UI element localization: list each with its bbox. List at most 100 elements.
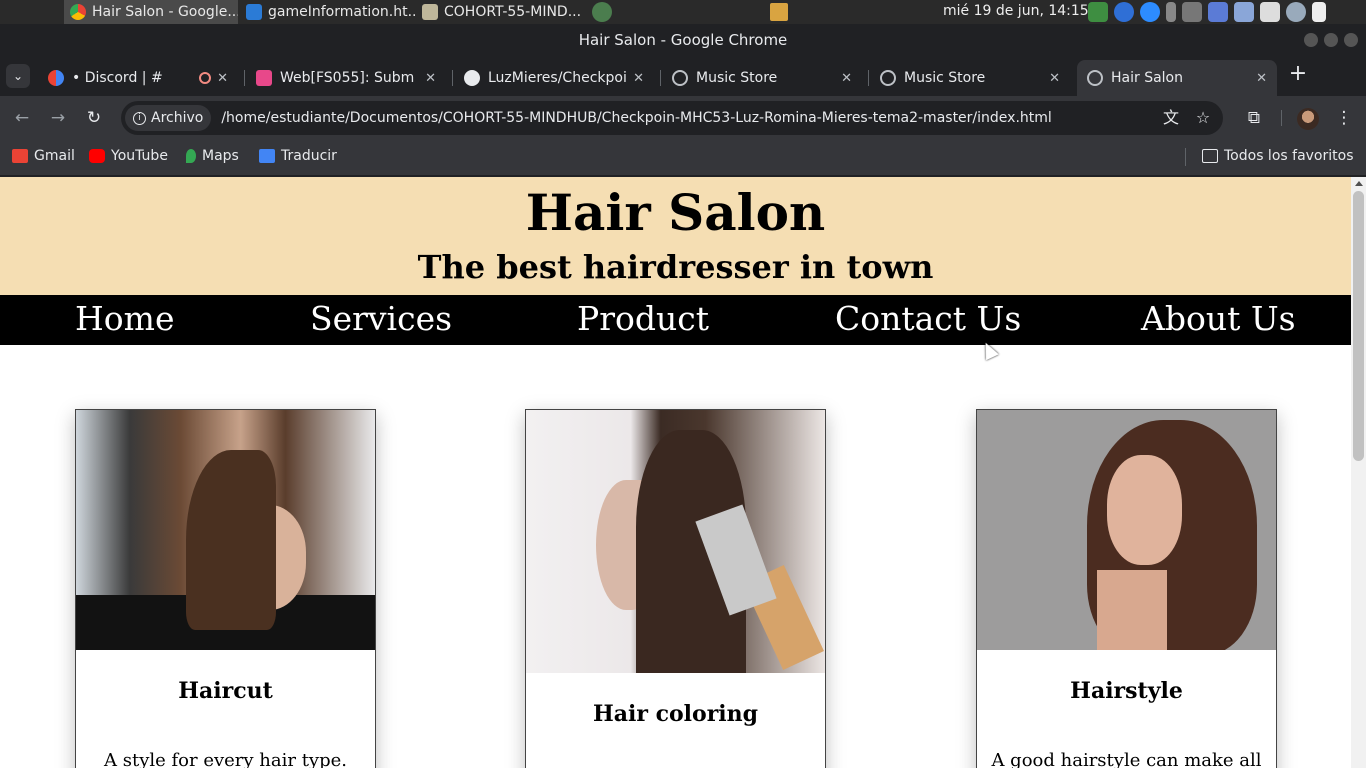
globe-icon[interactable]	[1286, 2, 1306, 22]
nav-contact-us[interactable]: Contact Us	[835, 299, 1021, 339]
photo-neck	[1097, 570, 1167, 650]
address-bar[interactable]: i Archivo /home/estudiante/Documentos/CO…	[121, 101, 1223, 135]
globe-icon	[1087, 70, 1103, 86]
url-text[interactable]: /home/estudiante/Documentos/COHORT-55-MI…	[221, 110, 1051, 126]
maximize-button[interactable]	[1324, 33, 1338, 47]
tab-separator	[244, 70, 245, 86]
menu-icon[interactable]: ⋮	[1332, 106, 1356, 130]
maps-icon	[186, 149, 196, 163]
bookmark-maps[interactable]: Maps	[186, 148, 239, 164]
taskbar-task-label: Hair Salon - Google...	[92, 4, 238, 20]
page-scrollbar[interactable]	[1351, 177, 1366, 768]
site-info-chip[interactable]: i Archivo	[125, 105, 212, 131]
discord-icon	[48, 70, 64, 86]
close-tab-icon[interactable]: ✕	[633, 71, 644, 86]
signal-icon[interactable]	[1208, 2, 1228, 22]
bookmark-label: Maps	[202, 148, 239, 164]
site-info-label: Archivo	[151, 110, 204, 126]
minimize-button[interactable]	[1304, 33, 1318, 47]
close-tab-icon[interactable]: ✕	[217, 71, 228, 86]
tab-label: • Discord | #	[72, 70, 163, 86]
scroll-thumb[interactable]	[1353, 191, 1364, 461]
volume-icon[interactable]	[1182, 2, 1202, 22]
archive-icon[interactable]	[770, 3, 788, 21]
service-card-hair-coloring[interactable]: Hair coloring	[525, 409, 826, 768]
tab-search-button[interactable]: ⌄	[6, 64, 30, 88]
bookmarks-bar: Gmail YouTube Maps Traducir Todos los fa…	[0, 140, 1366, 176]
bookmark-gmail[interactable]: Gmail	[12, 148, 75, 164]
nav-product[interactable]: Product	[577, 299, 709, 339]
bookmark-label: YouTube	[111, 148, 168, 164]
bookmark-youtube[interactable]: YouTube	[89, 148, 168, 164]
close-tab-icon[interactable]: ✕	[1049, 71, 1060, 86]
card-text: A good hairstyle can make all the	[991, 750, 1262, 768]
toolbar-separator	[1281, 110, 1282, 126]
forward-icon[interactable]: →	[46, 106, 70, 130]
card-text: A style for every hair type. Order	[104, 750, 347, 768]
ublock-icon	[256, 70, 272, 86]
nav-home[interactable]: Home	[75, 299, 174, 339]
gmail-icon	[12, 149, 28, 163]
globe-icon	[672, 70, 688, 86]
tab-github[interactable]: LuzMieres/Checkpoi ✕	[454, 60, 654, 96]
clock[interactable]: mié 19 de jun, 14:15	[943, 3, 1089, 19]
close-tab-icon[interactable]: ✕	[841, 71, 852, 86]
taskbar-task-vscode[interactable]: gameInformation.ht...	[240, 0, 416, 24]
network-icon[interactable]	[1088, 2, 1108, 22]
recording-icon	[199, 72, 212, 84]
hairstyle-photo	[977, 410, 1276, 650]
card-title: Hairstyle	[1070, 678, 1183, 704]
taskbar-task-chrome[interactable]: Hair Salon - Google...	[64, 0, 238, 24]
folder-icon	[422, 4, 438, 20]
service-card-hairstyle[interactable]: Hairstyle A good hairstyle can make all …	[976, 409, 1277, 768]
reload-icon[interactable]: ↻	[82, 106, 106, 130]
microphone-icon[interactable]	[1166, 2, 1176, 22]
profile-avatar[interactable]	[1297, 108, 1319, 130]
site-nav: Home Services Product Contact Us About U…	[0, 295, 1351, 345]
bluetooth-icon[interactable]	[1114, 2, 1134, 22]
card-title: Haircut	[178, 678, 273, 704]
translate-icon[interactable]: 文	[1159, 106, 1183, 130]
taskbar-task-label: COHORT-55-MIND...	[444, 4, 582, 20]
taskbar-task-label: gameInformation.ht...	[268, 4, 416, 20]
bookmark-star-icon[interactable]: ☆	[1191, 106, 1215, 130]
photo-face	[1107, 455, 1182, 565]
chrome-icon	[70, 4, 86, 20]
close-tab-icon[interactable]: ✕	[1256, 71, 1267, 86]
window-controls	[1304, 33, 1358, 47]
zoom-icon[interactable]	[1140, 2, 1160, 22]
clipboard-icon[interactable]	[1234, 2, 1254, 22]
globe-icon	[880, 70, 896, 86]
tab-separator	[452, 70, 453, 86]
hair-coloring-photo	[526, 410, 825, 673]
all-bookmarks[interactable]: Todos los favoritos	[1202, 148, 1354, 164]
vscode-icon	[246, 4, 262, 20]
scroll-up-arrow[interactable]	[1355, 181, 1363, 186]
power-icon[interactable]	[1312, 2, 1326, 22]
keyboard-icon[interactable]	[1260, 2, 1280, 22]
extensions-icon[interactable]: ⧉	[1242, 106, 1266, 130]
bookmark-traducir[interactable]: Traducir	[259, 148, 337, 164]
translate-icon	[259, 149, 275, 163]
info-icon: i	[133, 111, 146, 125]
nav-about-us[interactable]: About Us	[1141, 299, 1296, 339]
tab-music-store-1[interactable]: Music Store ✕	[662, 60, 862, 96]
service-card-haircut[interactable]: Haircut A style for every hair type. Ord…	[75, 409, 376, 768]
app-icon[interactable]	[592, 2, 612, 22]
tab-music-store-2[interactable]: Music Store ✕	[870, 60, 1070, 96]
back-icon[interactable]: ←	[10, 106, 34, 130]
haircut-photo	[76, 410, 375, 650]
taskbar-task-files[interactable]: COHORT-55-MIND...	[416, 0, 586, 24]
bookmarks-separator	[1185, 148, 1186, 166]
tab-discord[interactable]: • Discord | # ✕	[38, 60, 238, 96]
bookmark-label: Gmail	[34, 148, 75, 164]
close-window-button[interactable]	[1344, 33, 1358, 47]
tab-web-fs055[interactable]: Web[FS055]: Subm ✕	[246, 60, 446, 96]
new-tab-button[interactable]: +	[1286, 62, 1310, 86]
page-viewport: Hair Salon The best hairdresser in town …	[0, 177, 1351, 768]
tab-hair-salon[interactable]: Hair Salon ✕	[1077, 60, 1277, 96]
photo-hair	[186, 450, 276, 630]
tab-label: Music Store	[696, 70, 778, 86]
close-tab-icon[interactable]: ✕	[425, 71, 436, 86]
nav-services[interactable]: Services	[310, 299, 452, 339]
